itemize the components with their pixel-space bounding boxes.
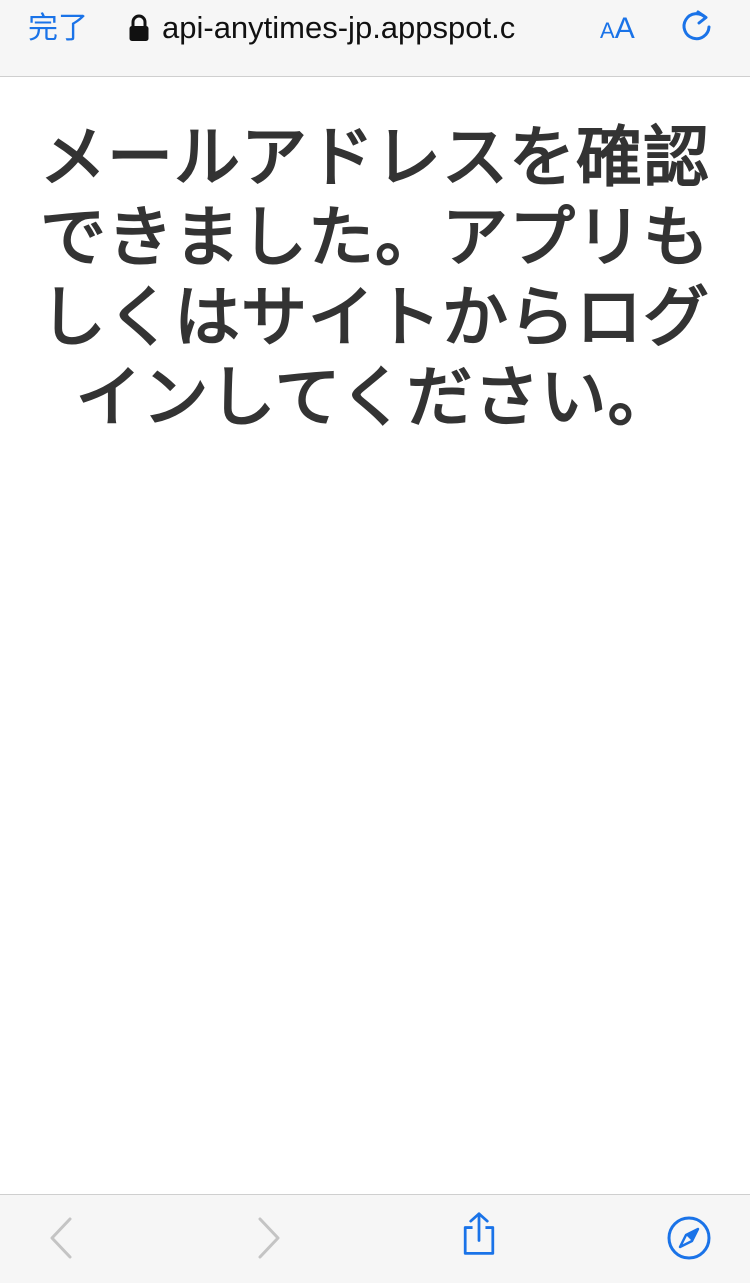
done-button[interactable]: 完了 <box>28 10 88 48</box>
aa-big-label: A <box>614 12 635 45</box>
page-content: メールアドレスを確認できました。アプリもしくはサイトからログインしてください。 <box>40 118 710 438</box>
lock-icon <box>129 14 149 41</box>
compass-icon[interactable] <box>666 1215 712 1261</box>
text-size-button[interactable]: AA <box>600 10 635 48</box>
aa-small-label: A <box>600 18 615 43</box>
share-icon[interactable] <box>456 1211 502 1257</box>
bottom-toolbar <box>0 1194 750 1283</box>
chevron-right-icon[interactable] <box>246 1215 292 1261</box>
url-text[interactable]: api-anytimes-jp.appspot.c <box>162 8 580 48</box>
browser-page: 完了 api-anytimes-jp.appspot.c AA メールアドレスを… <box>0 0 750 1283</box>
confirmation-message: メールアドレスを確認できました。アプリもしくはサイトからログインしてください。 <box>40 119 710 436</box>
chevron-left-icon[interactable] <box>38 1215 84 1261</box>
reload-icon[interactable] <box>678 8 716 46</box>
address-bar: 完了 api-anytimes-jp.appspot.c AA <box>0 0 750 77</box>
